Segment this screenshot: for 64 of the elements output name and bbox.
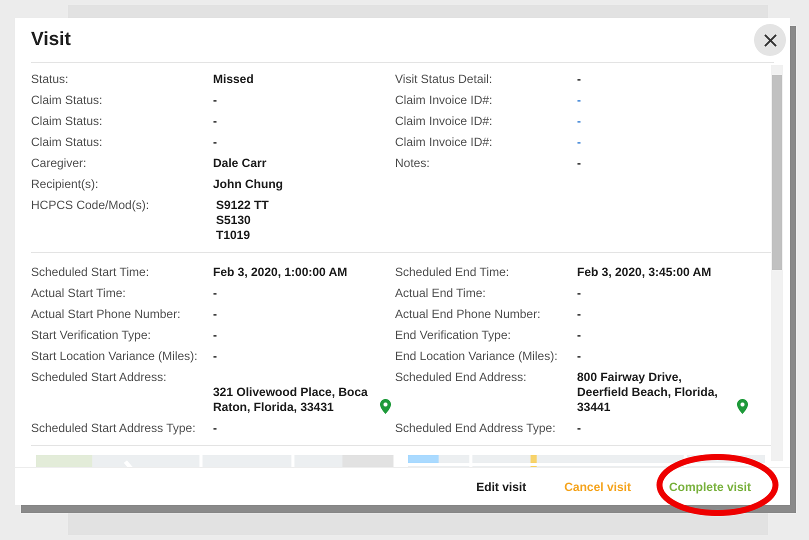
field-value: - — [577, 156, 581, 170]
footer-button[interactable]: Cancel visit — [545, 474, 650, 500]
scrollbar-thumb[interactable] — [772, 75, 782, 270]
field-value: T1019 — [215, 228, 250, 243]
dialog-title: Visit — [31, 28, 71, 52]
field-label: Recipient(s): — [31, 176, 100, 193]
location-pin-icon[interactable] — [737, 399, 748, 414]
field-label: Scheduled Start Address Type: — [31, 420, 197, 437]
field-label: Scheduled End Time: — [395, 264, 510, 281]
field-label: End Location Variance (Miles): — [395, 348, 559, 365]
field-value: S5130 — [215, 213, 251, 228]
footer-button[interactable]: Edit visit — [457, 474, 546, 500]
field-link[interactable]: - — [577, 111, 581, 132]
field-label: Notes: — [395, 155, 431, 172]
field-label: Claim Status: — [31, 92, 104, 109]
field-link[interactable]: - — [577, 90, 581, 111]
field-label: Status: — [31, 71, 70, 88]
field-value: - — [577, 286, 581, 300]
field-label: Scheduled End Address Type: — [395, 420, 557, 437]
close-icon — [764, 34, 776, 46]
location-pin-icon[interactable] — [380, 399, 391, 414]
field-label: Claim Status: — [31, 134, 104, 151]
field-value: 321 Olivewood Place, Boca Raton, Florida, 33431 — [213, 385, 369, 415]
field-value: - — [213, 349, 217, 363]
field-value: - — [213, 328, 217, 342]
field-value: 800 Fairway Drive, Deerfield Beach, Florida, 33441 — [577, 370, 719, 415]
field-value: - — [213, 421, 217, 435]
field-label: Actual Start Phone Number: — [31, 306, 182, 323]
field-label: Scheduled Start Address: — [31, 369, 168, 386]
field-value: - — [577, 349, 581, 363]
field-label: Claim Invoice ID#: — [395, 113, 494, 130]
field-value: - — [577, 328, 581, 342]
field-label: Claim Invoice ID#: — [395, 134, 494, 151]
field-link[interactable]: - — [577, 132, 581, 153]
field-label: Actual End Time: — [395, 285, 487, 302]
field-value: - — [213, 307, 217, 321]
field-label: Actual End Phone Number: — [395, 306, 542, 323]
field-label: Scheduled End Address: — [395, 369, 528, 386]
field-value: - — [213, 114, 217, 128]
field-value: Feb 3, 2020, 3:45:00 AM — [577, 265, 712, 279]
field-value: - — [577, 421, 581, 435]
field-value: - — [577, 72, 581, 86]
field-value: John Chung — [213, 177, 283, 191]
field-value: Missed — [213, 72, 254, 86]
field-value: - — [577, 307, 581, 321]
field-value: S9122 TT — [215, 198, 269, 213]
close-button[interactable] — [754, 24, 786, 56]
field-label: Claim Invoice ID#: — [395, 92, 494, 109]
field-label: Actual Start Time: — [31, 285, 127, 302]
field-value: Feb 3, 2020, 1:00:00 AM — [213, 265, 348, 279]
field-value: - — [213, 286, 217, 300]
field-label: Caregiver: — [31, 155, 88, 172]
field-label: Visit Status Detail: — [395, 71, 494, 88]
field-label: End Verification Type: — [395, 327, 512, 344]
scrollbar[interactable] — [771, 65, 783, 461]
field-value: - — [213, 135, 217, 149]
field-label: Scheduled Start Time: — [31, 264, 150, 281]
field-value: Dale Carr — [213, 156, 266, 170]
field-label: Start Location Variance (Miles): — [31, 348, 199, 365]
field-label: Start Verification Type: — [31, 327, 152, 344]
footer-button[interactable]: Complete visit — [650, 474, 770, 500]
field-label: Claim Status: — [31, 113, 104, 130]
field-label: HCPCS Code/Mod(s): — [31, 197, 150, 214]
field-value: - — [213, 93, 217, 107]
